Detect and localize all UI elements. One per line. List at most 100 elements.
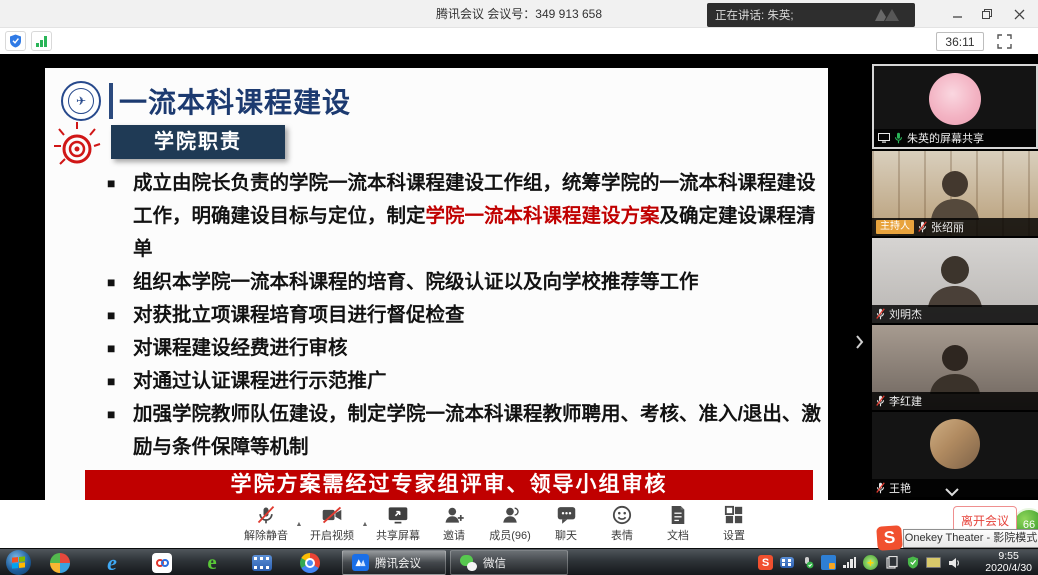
system-tray: S +	[758, 551, 962, 574]
tray-security-icon[interactable]	[821, 555, 836, 570]
settings-button[interactable]: 设置	[706, 502, 762, 546]
chevron-down-icon	[944, 487, 960, 497]
clock-date: 2020/4/30	[985, 562, 1032, 574]
restore-icon	[981, 8, 993, 20]
tray-display-icon[interactable]	[926, 557, 941, 568]
chat-icon	[556, 505, 577, 525]
tray-audio-icon[interactable]	[800, 555, 815, 570]
bullet-1-highlight: 学院一流本科课程建设方案	[426, 205, 660, 227]
chevron-right-icon	[855, 334, 864, 350]
bullet-marker: ■	[107, 299, 115, 332]
bullet-item-4: ■ 对课程建设经费进行审核	[107, 332, 823, 365]
participant-name: 王艳	[889, 480, 911, 496]
bullet-2-text: 组织本学院一流本科课程的培育、院级认证以及向学校推荐等工作	[133, 271, 699, 293]
tile-label: 主持人 张绍丽	[872, 218, 1038, 236]
chrome-icon[interactable]	[298, 551, 322, 574]
share-screen-icon	[387, 505, 409, 525]
screen-share-icon	[878, 133, 890, 143]
bullet-marker: ■	[107, 398, 115, 431]
mic-muted-icon	[918, 221, 927, 233]
internet-explorer-icon[interactable]: e	[100, 551, 124, 574]
green-browser-icon[interactable]: e	[200, 551, 224, 574]
video-tile-screen-share[interactable]: 朱英的屏幕共享	[872, 64, 1038, 149]
onekey-theater-tooltip: Onekey Theater - 影院模式	[903, 529, 1038, 548]
review-banner: 学院方案需经过专家组评审、领导小组审核	[85, 470, 813, 500]
bullet-4-text: 对课程建设经费进行审核	[133, 337, 348, 359]
tray-shield-icon[interactable]	[905, 555, 920, 570]
toolbar-label: 文档	[667, 527, 689, 543]
video-tile-participant[interactable]: 刘明杰	[872, 238, 1038, 323]
collapse-panel-button[interactable]	[944, 484, 964, 498]
emoji-icon	[612, 505, 632, 525]
participant-name: 刘明杰	[889, 306, 922, 322]
docs-button[interactable]: 文档	[650, 502, 706, 546]
unmute-button[interactable]: 解除静音	[238, 502, 294, 546]
toolbar-label: 邀请	[443, 527, 465, 543]
minimize-button[interactable]	[942, 0, 972, 28]
close-icon	[1014, 9, 1025, 20]
shared-screen-area: ✈ 一流本科课程建设 学院职责 ■成立由院长负责的学院一流本科课程建设工作组，统…	[0, 54, 1038, 500]
start-button[interactable]	[6, 550, 31, 575]
netdisk-app-icon[interactable]	[150, 551, 174, 574]
security-status-button[interactable]	[5, 31, 26, 51]
tray-volume-icon[interactable]	[947, 555, 962, 570]
fullscreen-button[interactable]	[994, 32, 1014, 51]
participant-name: 李红建	[889, 393, 922, 409]
toolbar-label: 共享屏幕	[376, 527, 420, 543]
taskbar-item-wechat[interactable]: 微信	[450, 550, 568, 575]
avatar-tulips	[929, 73, 981, 125]
tray-sogou-icon[interactable]: S	[758, 555, 773, 570]
wechat-icon	[460, 554, 477, 571]
media-player-icon[interactable]	[250, 551, 274, 574]
video-options-arrow[interactable]: ▲	[360, 502, 370, 546]
bullet-marker: ■	[107, 332, 115, 365]
close-button[interactable]	[1004, 0, 1034, 28]
taskbar-clock[interactable]: 9:55 2020/4/30	[985, 550, 1032, 575]
person-silhouette	[922, 342, 988, 394]
network-quality-button[interactable]	[31, 31, 52, 51]
invite-icon	[443, 505, 465, 525]
toolbar-label: 设置	[723, 527, 745, 543]
tile-label: 刘明杰	[872, 305, 1038, 323]
mic-muted-icon	[876, 482, 885, 494]
speaking-toast: 正在讲话: 朱英;	[707, 3, 915, 27]
university-logo-emblem: ✈	[68, 88, 94, 114]
toolbar-label: 开启视频	[310, 527, 354, 543]
avatar-painting	[930, 419, 980, 469]
pinwheel-app-icon[interactable]	[48, 551, 72, 574]
tray-media-icon[interactable]	[779, 555, 794, 570]
taskbar-item-meeting[interactable]: 腾讯会议	[342, 550, 446, 575]
panel-collapse-chevron[interactable]	[855, 330, 869, 354]
sogou-input-icon[interactable]: S	[876, 525, 903, 551]
share-screen-button[interactable]: 共享屏幕	[370, 502, 426, 546]
meeting-logo-icon	[873, 7, 907, 23]
emoji-button[interactable]: 表情	[594, 502, 650, 546]
tray-network-icon[interactable]	[842, 555, 857, 570]
settings-grid-icon	[724, 505, 744, 525]
restore-button[interactable]	[972, 0, 1002, 28]
invite-button[interactable]: 邀请	[426, 502, 482, 546]
bullet-item-6: ■加强学院教师队伍建设，制定学院一流本科课程教师聘用、考核、准入/退出、激励与条…	[107, 398, 823, 464]
start-video-button[interactable]: 开启视频	[304, 502, 360, 546]
fullscreen-icon	[997, 34, 1012, 49]
mic-muted-icon	[256, 505, 276, 525]
document-icon	[669, 505, 687, 525]
clock-time: 9:55	[985, 550, 1032, 562]
participant-name: 张绍丽	[931, 219, 964, 235]
tray-clipboard-icon[interactable]	[884, 555, 899, 570]
tray-safety-plus-icon[interactable]: +	[863, 555, 878, 570]
members-button[interactable]: 成员(96)	[482, 502, 538, 546]
video-tile-host[interactable]: 主持人 张绍丽	[872, 151, 1038, 236]
members-icon	[499, 505, 521, 525]
chat-button[interactable]: 聊天	[538, 502, 594, 546]
camera-off-icon	[321, 505, 343, 525]
university-logo: ✈	[61, 81, 101, 121]
bullet-item-5: ■对通过认证课程进行示范推广	[107, 365, 823, 398]
shield-icon	[9, 34, 22, 48]
taskbar-item-label: 腾讯会议	[375, 555, 421, 571]
meeting-timer: 36:11	[936, 32, 984, 51]
mute-options-arrow[interactable]: ▲	[294, 502, 304, 546]
video-tile-participant[interactable]: 李红建	[872, 325, 1038, 410]
windows-logo-icon	[12, 556, 25, 568]
bullet-item-3: ■对获批立项课程培育项目进行督促检查	[107, 299, 823, 332]
